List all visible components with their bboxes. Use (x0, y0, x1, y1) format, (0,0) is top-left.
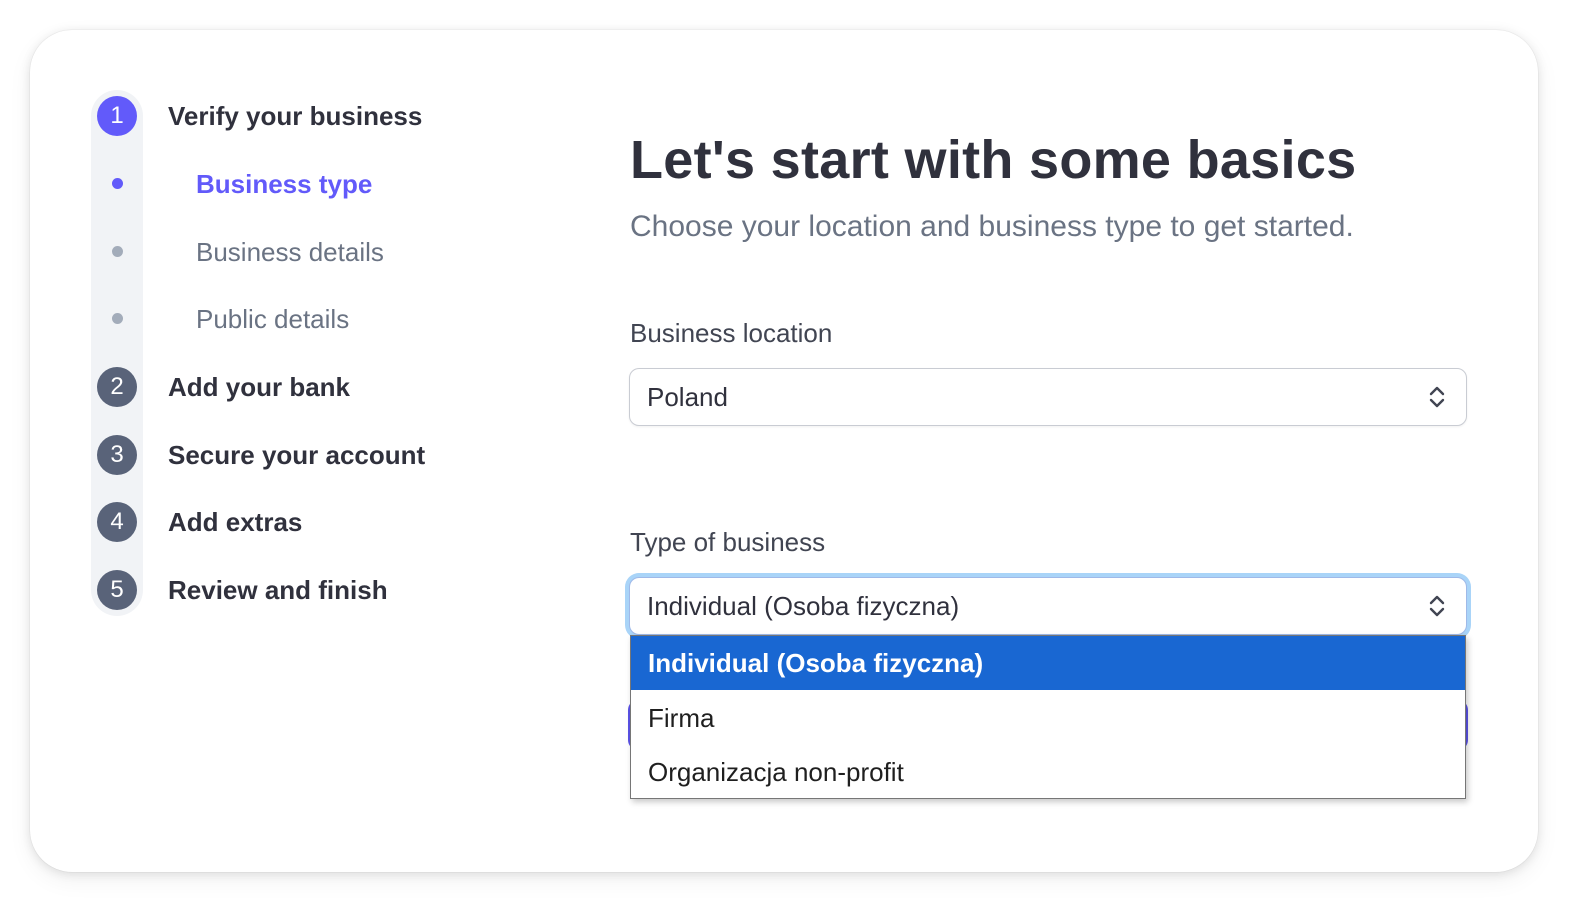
step-secure-account[interactable]: Secure your account (168, 438, 425, 472)
business-type-dropdown: Individual (Osoba fizyczna) Firma Organi… (630, 635, 1466, 799)
step-2-badge: 2 (97, 367, 137, 407)
substep-business-type[interactable]: Business type (196, 167, 372, 201)
substep-active-dot (112, 178, 123, 189)
step-review-finish[interactable]: Review and finish (168, 573, 388, 607)
step-5-badge: 5 (97, 570, 137, 610)
option-individual[interactable]: Individual (Osoba fizyczna) (631, 636, 1465, 690)
step-add-extras[interactable]: Add extras (168, 505, 302, 539)
option-non-profit[interactable]: Organizacja non-profit (631, 745, 1465, 799)
business-location-label: Business location (630, 318, 833, 348)
substep-dot (112, 313, 123, 324)
step-verify-business[interactable]: Verify your business (168, 99, 422, 133)
page-title: Let's start with some basics (630, 130, 1357, 190)
substep-public-details[interactable]: Public details (196, 302, 349, 336)
step-1-badge: 1 (97, 96, 137, 136)
business-type-label: Type of business (630, 527, 826, 557)
substep-dot (112, 246, 123, 257)
page-subtitle: Choose your location and business type t… (630, 210, 1354, 243)
business-type-select[interactable]: Individual (Osoba fizyczna) (629, 577, 1467, 635)
step-4-badge: 4 (97, 502, 137, 542)
business-type-value: Individual (Osoba fizyczna) (647, 591, 960, 621)
business-location-select[interactable]: Poland (629, 368, 1467, 426)
step-add-bank[interactable]: Add your bank (168, 370, 350, 404)
chevron-up-down-icon (1429, 595, 1445, 617)
step-3-badge: 3 (97, 435, 137, 475)
business-location-value: Poland (647, 382, 728, 412)
substep-business-details[interactable]: Business details (196, 235, 384, 269)
chevron-up-down-icon (1429, 386, 1445, 408)
option-firma[interactable]: Firma (631, 691, 1465, 745)
